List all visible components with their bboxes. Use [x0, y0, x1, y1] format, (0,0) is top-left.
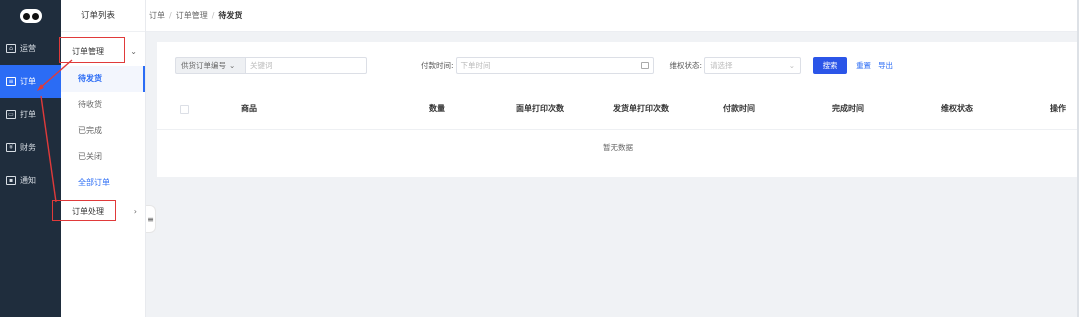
select-placeholder: 请选择: [710, 60, 733, 70]
menu-icon: ≡: [147, 214, 154, 224]
chevron-down-icon: ⌄: [229, 60, 236, 70]
filter-bar: 供货订单编号 ⌄ 关键词 付款时间: 下单时间 维权状态: 请选择 ⌄ 搜索 重…: [157, 42, 1079, 88]
pay-time-label: 付款时间:: [421, 60, 454, 70]
rail-item-finance[interactable]: ¥ 财务: [0, 131, 61, 164]
rail-item-label: 财务: [20, 143, 36, 152]
rights-status-select[interactable]: 请选择 ⌄: [704, 56, 802, 74]
empty-state: 暂无数据: [603, 143, 633, 152]
column-header[interactable]: 完成时间: [832, 88, 864, 130]
rail-item-label: 打单: [20, 110, 36, 119]
rail-item-label: 运营: [20, 44, 36, 53]
subnav-item-all-orders[interactable]: 全部订单: [61, 170, 145, 196]
rail-item-label: 通知: [20, 176, 36, 185]
chevron-right-icon: ›: [133, 206, 137, 216]
column-header[interactable]: 发货单打印次数: [613, 88, 669, 130]
chevron-down-icon: ⌄: [130, 46, 137, 56]
annotation-region: [0, 70, 61, 103]
print-icon: ▭: [6, 110, 16, 119]
subnav-item-pending-ship[interactable]: 待发货: [61, 66, 145, 92]
reset-button[interactable]: 重置: [856, 60, 871, 71]
column-header[interactable]: 数量: [429, 88, 445, 130]
date-placeholder: 下单时间: [460, 60, 491, 70]
breadcrumb-separator: /: [169, 11, 172, 20]
column-header[interactable]: 面单打印次数: [516, 88, 564, 130]
breadcrumb-current: 待发货: [218, 11, 243, 20]
annotation-box-order-processing: [52, 200, 116, 221]
order-field-select[interactable]: 供货订单编号 ⌄: [175, 56, 245, 74]
rail-item-notice[interactable]: ▪ 通知: [0, 164, 61, 197]
table-header: 商品 数量 面单打印次数 发货单打印次数 付款时间 完成时间 维权状态 操作: [157, 88, 1079, 130]
order-list-panel: 供货订单编号 ⌄ 关键词 付款时间: 下单时间 维权状态: 请选择 ⌄ 搜索 重…: [157, 42, 1079, 177]
subnav-item-closed[interactable]: 已关闭: [61, 144, 145, 170]
main-nav-rail: ⌂ 运营 ≡ 订单 ▭ 打单 ¥ 财务 ▪ 通知: [0, 0, 61, 317]
subnav-item-completed[interactable]: 已完成: [61, 118, 145, 144]
rights-status-label: 维权状态:: [669, 60, 703, 70]
yen-icon: ¥: [6, 143, 16, 152]
select-value: 供货订单编号: [181, 60, 226, 70]
column-header[interactable]: 操作: [1050, 88, 1066, 130]
breadcrumb: 订单 / 订单管理 / 待发货: [146, 0, 1079, 32]
breadcrumb-item[interactable]: 订单: [149, 10, 165, 21]
column-header[interactable]: 商品: [241, 88, 257, 130]
annotation-box-order-management: [59, 37, 125, 63]
subnav-title: 订单列表: [61, 0, 145, 32]
breadcrumb-separator: /: [211, 11, 215, 20]
rail-item-operation[interactable]: ⌂ 运营: [0, 32, 61, 65]
chevron-down-icon: ⌄: [788, 60, 796, 70]
collapse-sidebar-handle[interactable]: ≡: [146, 205, 156, 233]
breadcrumb-item[interactable]: 订单管理: [176, 10, 208, 21]
subnav-item-pending-receive[interactable]: 待收货: [61, 92, 145, 118]
keyword-input[interactable]: 关键词: [245, 56, 367, 74]
pay-time-range-input[interactable]: 下单时间: [455, 56, 654, 74]
select-all-checkbox[interactable]: [180, 105, 189, 114]
app-logo[interactable]: [0, 0, 61, 32]
export-button[interactable]: 导出: [878, 60, 893, 71]
logo-eyes-icon: [19, 9, 42, 23]
search-button[interactable]: 搜索: [813, 56, 848, 74]
calendar-icon: [640, 61, 649, 69]
home-icon: ⌂: [6, 44, 16, 53]
notice-icon: ▪: [6, 176, 16, 185]
column-header[interactable]: 维权状态: [941, 88, 973, 130]
column-header[interactable]: 付款时间: [723, 88, 755, 130]
